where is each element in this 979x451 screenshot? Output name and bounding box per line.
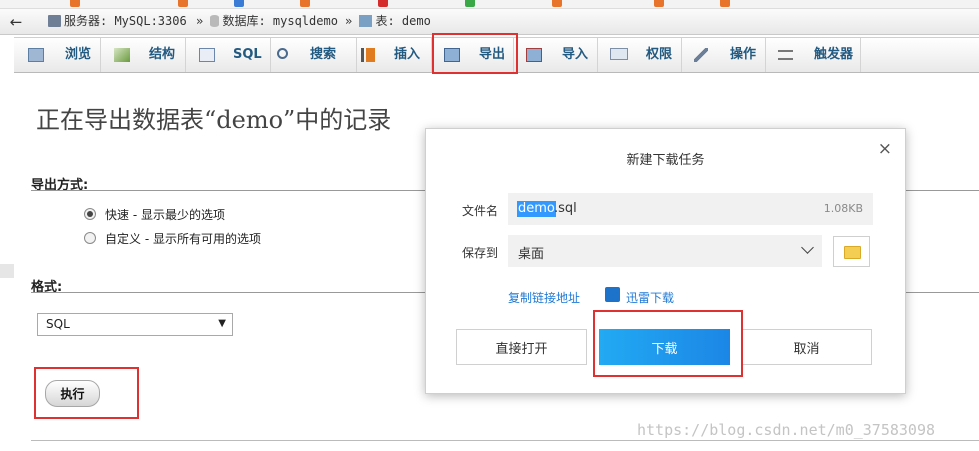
- tab-search[interactable]: 搜索: [271, 38, 357, 72]
- format-select[interactable]: SQL ▼: [37, 313, 233, 336]
- tab-import[interactable]: 导入: [514, 38, 598, 72]
- section-divider: [31, 440, 979, 441]
- tab-sql[interactable]: SQL: [186, 38, 271, 72]
- breadcrumb: ← 服务器: MySQL:3306 » 数据库: mysqldemo » 表: …: [0, 9, 979, 35]
- tab-operations[interactable]: 操作: [682, 38, 766, 72]
- left-gutter: [0, 264, 14, 278]
- breadcrumb-table[interactable]: » 表: demo: [345, 9, 431, 34]
- custom-export-radio[interactable]: [84, 232, 96, 244]
- tab-insert[interactable]: 插入: [357, 38, 432, 72]
- wrench-icon: [694, 48, 708, 62]
- bookmark-icon: [720, 0, 730, 7]
- dialog-title: 新建下载任务: [626, 153, 705, 168]
- bookmark-icon: [234, 0, 244, 7]
- bookmark-icon: [378, 0, 388, 7]
- filename-field[interactable]: demo .sql 1.08KB: [508, 193, 873, 225]
- bookmark-icon: [654, 0, 664, 7]
- bookmark-icon: [70, 0, 80, 7]
- database-icon: [210, 15, 220, 27]
- section-divider: [903, 292, 979, 293]
- bookmark-icon: [300, 0, 310, 7]
- insert-icon: [361, 48, 375, 62]
- bookmark-icon: [552, 0, 562, 7]
- page-title: 正在导出数据表“demo”中的记录: [36, 106, 392, 134]
- tab-browse[interactable]: 浏览: [14, 38, 101, 72]
- table-icon: [359, 15, 373, 27]
- section-divider: [903, 190, 979, 191]
- breadcrumb-database[interactable]: » 数据库: mysqldemo: [196, 9, 338, 34]
- export-tab-highlight: [432, 33, 518, 74]
- save-to-label: 保存到: [462, 246, 499, 260]
- cancel-button[interactable]: 取消: [741, 329, 872, 365]
- save-location-select[interactable]: 桌面: [508, 235, 822, 267]
- tab-privileges[interactable]: 权限: [598, 38, 682, 72]
- tab-triggers[interactable]: 触发器: [766, 38, 861, 72]
- execute-button-highlight: [34, 367, 139, 419]
- xunlei-download-link[interactable]: 迅雷下载: [626, 289, 674, 306]
- structure-icon: [114, 48, 130, 62]
- watermark: https://blog.csdn.net/m0_37583098: [637, 421, 936, 439]
- download-button-highlight: [593, 310, 743, 377]
- quick-export-radio[interactable]: [84, 208, 96, 220]
- dropdown-arrow-icon: ▼: [218, 318, 226, 329]
- bookmark-icon: [465, 0, 475, 7]
- browse-icon: [28, 48, 44, 62]
- chevron-down-icon: [801, 241, 814, 254]
- open-directly-button[interactable]: 直接打开: [456, 329, 587, 365]
- section-divider: [31, 190, 425, 191]
- section-divider: [31, 292, 425, 293]
- copy-link-button[interactable]: 复制链接地址: [508, 289, 580, 306]
- triggers-icon: [778, 50, 793, 60]
- filename-selected-text: demo: [517, 201, 556, 217]
- sql-icon: [199, 48, 215, 62]
- filename-extension: .sql: [554, 201, 577, 216]
- bookmarks-bar: [0, 0, 979, 9]
- folder-icon: [844, 246, 861, 259]
- privileges-icon: [610, 48, 628, 60]
- xunlei-icon: [605, 287, 620, 302]
- tab-structure[interactable]: 结构: [101, 38, 186, 72]
- bookmark-icon: [178, 0, 188, 7]
- search-icon: [277, 48, 288, 59]
- import-icon: [526, 48, 542, 62]
- custom-export-label[interactable]: 自定义 - 显示所有可用的选项: [105, 230, 261, 247]
- file-size: 1.08KB: [823, 202, 863, 215]
- breadcrumb-server[interactable]: 服务器: MySQL:3306: [48, 9, 187, 34]
- back-arrow-icon[interactable]: ←: [0, 9, 32, 34]
- close-icon[interactable]: ×: [878, 139, 892, 159]
- server-icon: [48, 15, 61, 27]
- filename-label: 文件名: [462, 204, 499, 218]
- browse-folder-button[interactable]: [833, 236, 870, 267]
- quick-export-label[interactable]: 快速 - 显示最少的选项: [105, 206, 225, 223]
